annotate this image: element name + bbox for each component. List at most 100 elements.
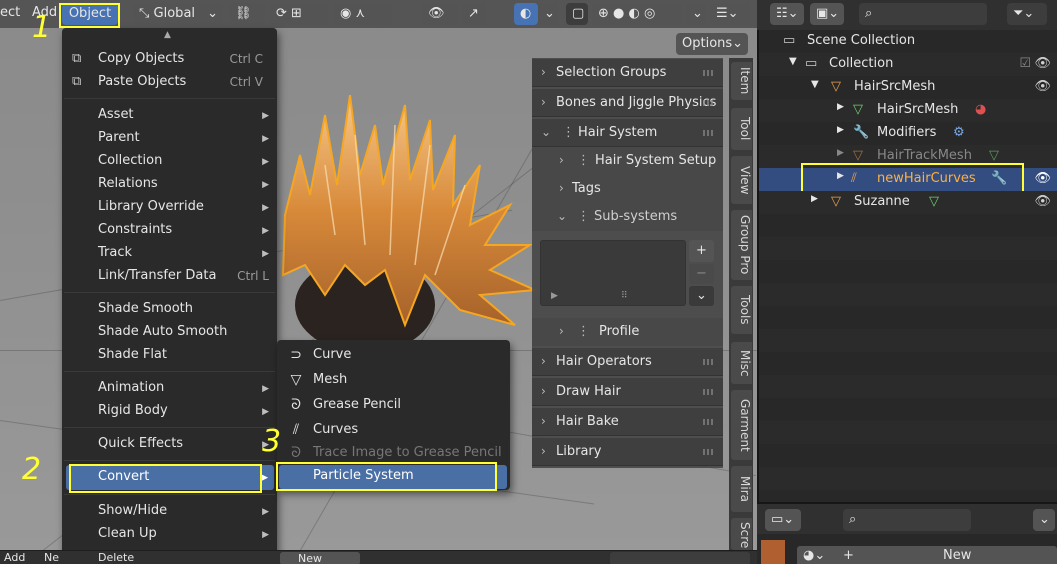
- remove-subsystem-button[interactable]: −: [689, 264, 714, 284]
- panel-library[interactable]: › Library: [532, 438, 723, 466]
- menu-item-track[interactable]: Track: [98, 245, 132, 260]
- convert-item-grease-pencil[interactable]: Grease Pencil: [313, 397, 401, 412]
- menu-item-collection[interactable]: Collection: [98, 153, 162, 168]
- menu-item-shade-flat[interactable]: Shade Flat: [98, 347, 167, 362]
- convert-item-mesh[interactable]: Mesh: [313, 372, 347, 387]
- menu-item-clean-up[interactable]: Clean Up: [98, 526, 157, 541]
- transform-orientation-dropdown[interactable]: ⤡ Global ⌄: [133, 3, 223, 25]
- timeline-add[interactable]: Add: [4, 551, 25, 564]
- filter-view-dropdown[interactable]: ▣⌄: [810, 3, 844, 25]
- panel-selection-groups[interactable]: › Selection Groups: [532, 59, 723, 87]
- drag-grip-icon[interactable]: [703, 419, 715, 425]
- display-mode-dropdown[interactable]: ☷⌄: [770, 3, 804, 25]
- menu-item-copy-objects[interactable]: Copy Objects: [98, 51, 184, 66]
- panel-bones-jiggle[interactable]: › Bones and Jiggle Physics: [532, 89, 723, 117]
- menu-select-partial[interactable]: ect: [0, 5, 20, 20]
- menu-item-asset[interactable]: Asset: [98, 107, 134, 122]
- outliner-empty-area[interactable]: [759, 214, 1057, 502]
- visibility-button[interactable]: 👁: [422, 3, 458, 25]
- xray-button[interactable]: ▢: [566, 3, 588, 25]
- panel-draw-hair[interactable]: › Draw Hair: [532, 378, 723, 406]
- sub-systems-list[interactable]: ▶ ⠿: [540, 240, 686, 306]
- timeline-new-button[interactable]: New: [280, 552, 360, 564]
- outliner-row-hairsrcmesh-data[interactable]: ▶ ▽ HairSrcMesh ◕: [759, 99, 1057, 122]
- subpanel-tags[interactable]: › Tags: [532, 175, 723, 203]
- timeline-node-partial[interactable]: Ne: [44, 551, 59, 564]
- material-tab-icon[interactable]: [761, 540, 785, 564]
- resize-grip-icon[interactable]: ⠿: [621, 291, 628, 301]
- outliner-row-suzanne[interactable]: ▶ ▽ Suzanne ▽ 👁: [759, 191, 1057, 214]
- drag-grip-icon[interactable]: [703, 130, 715, 136]
- panel-hair-operators[interactable]: › Hair Operators: [532, 348, 723, 376]
- menu-item-shade-auto-smooth[interactable]: Shade Auto Smooth: [98, 324, 227, 339]
- eye-icon[interactable]: 👁: [1034, 194, 1051, 209]
- eye-icon[interactable]: 👁: [1034, 171, 1051, 186]
- new-material-button[interactable]: ◕⌄ + New: [797, 546, 1057, 564]
- search-icon: ⌕: [865, 6, 873, 21]
- outliner-row-scene-collection[interactable]: ▭ Scene Collection: [759, 30, 1057, 53]
- menu-item-shade-smooth[interactable]: Shade Smooth: [98, 301, 193, 316]
- menu-item-link-transfer-data[interactable]: Link/Transfer Data: [98, 268, 216, 283]
- menu-item-constraints[interactable]: Constraints: [98, 222, 172, 237]
- editor-type-dropdown[interactable]: ▭⌄: [765, 509, 801, 531]
- tab-tools[interactable]: Tools: [731, 286, 752, 334]
- panel-hair-bake[interactable]: › Hair Bake: [532, 408, 723, 436]
- tab-item[interactable]: Item: [731, 62, 752, 100]
- outliner-row-collection[interactable]: ▼ ▭ Collection ☑ 👁: [759, 53, 1057, 76]
- tab-tool[interactable]: Tool: [731, 108, 752, 150]
- pivot-button[interactable]: ⛓: [229, 3, 265, 25]
- chevron-down-icon: ▼: [789, 56, 797, 67]
- snap-button[interactable]: ⟳ ⊞: [270, 3, 328, 25]
- drag-grip-icon[interactable]: [703, 389, 715, 395]
- menu-item-delete[interactable]: Delete: [98, 551, 134, 564]
- tab-view[interactable]: View: [731, 156, 752, 204]
- submenu-arrow-icon: ▶: [262, 384, 269, 394]
- drag-grip-icon[interactable]: [703, 70, 715, 76]
- overlay-dropdown[interactable]: ⌄: [538, 3, 558, 25]
- add-subsystem-button[interactable]: +: [689, 240, 714, 262]
- tab-misc[interactable]: Misc: [731, 342, 752, 384]
- tab-mira[interactable]: Mira: [731, 466, 752, 512]
- subpanel-profile[interactable]: › ⋮ Profile: [532, 318, 723, 346]
- eye-icon[interactable]: 👁: [1034, 56, 1051, 71]
- subpanel-hair-system-setup[interactable]: › ⋮ Hair System Setup: [532, 147, 723, 175]
- menu-item-library-override[interactable]: Library Override: [98, 199, 204, 214]
- shading-dropdown[interactable]: ⌄: [686, 3, 706, 25]
- menu-item-relations[interactable]: Relations: [98, 176, 158, 191]
- tab-screencast[interactable]: Scre: [731, 518, 752, 550]
- overlay-button[interactable]: ◐: [514, 3, 538, 25]
- menu-item-parent[interactable]: Parent: [98, 130, 140, 145]
- checkbox-icon[interactable]: ☑: [1019, 56, 1031, 71]
- gizmo-button[interactable]: ↗: [462, 3, 486, 25]
- shading-mode-buttons[interactable]: ⊕ ● ◐ ◎: [592, 3, 682, 25]
- outliner-row-hairsrcmesh[interactable]: ▼ ▽ HairSrcMesh 👁: [759, 76, 1057, 99]
- outliner-search-input[interactable]: ⌕: [859, 3, 987, 25]
- convert-item-curve[interactable]: Curve: [313, 347, 351, 362]
- properties-options-dropdown[interactable]: ⌄: [1033, 509, 1055, 531]
- menu-item-animation[interactable]: Animation: [98, 380, 164, 395]
- menu-item-quick-effects[interactable]: Quick Effects: [98, 436, 183, 451]
- options-button[interactable]: Options ⌄: [676, 33, 748, 55]
- panel-hair-system[interactable]: ⌄ ⋮ Hair System: [532, 119, 723, 147]
- scroll-up-icon[interactable]: ▲: [164, 30, 171, 40]
- tab-group-pro[interactable]: Group Pro: [731, 210, 752, 280]
- convert-item-curves[interactable]: Curves: [313, 422, 358, 437]
- drag-grip-icon[interactable]: [703, 449, 715, 455]
- filter-dropdown[interactable]: ⏷⌄: [1007, 3, 1047, 25]
- subsystem-menu-button[interactable]: ⌄: [689, 286, 714, 306]
- hair-object[interactable]: [265, 95, 565, 355]
- eye-icon[interactable]: 👁: [1034, 79, 1051, 94]
- menu-item-rigid-body[interactable]: Rigid Body: [98, 403, 168, 418]
- timeline-toolbar[interactable]: [610, 552, 750, 564]
- outliner-row-modifiers[interactable]: ▶ 🔧 Modifiers ⚙: [759, 122, 1057, 145]
- drag-grip-icon[interactable]: [703, 100, 715, 106]
- menu-item-paste-objects[interactable]: Paste Objects: [98, 74, 186, 89]
- submenu-arrow-icon: ▶: [262, 134, 269, 144]
- menu-item-show-hide[interactable]: Show/Hide: [98, 503, 167, 518]
- subpanel-sub-systems[interactable]: ⌄ ⋮ Sub-systems: [532, 203, 723, 231]
- tab-garment[interactable]: Garment: [731, 390, 752, 460]
- view-menu-button[interactable]: ☰⌄: [710, 3, 750, 25]
- proportional-edit-button[interactable]: ◉ ⋏: [334, 3, 392, 25]
- drag-grip-icon[interactable]: [703, 359, 715, 365]
- properties-search-input[interactable]: ⌕: [843, 509, 971, 531]
